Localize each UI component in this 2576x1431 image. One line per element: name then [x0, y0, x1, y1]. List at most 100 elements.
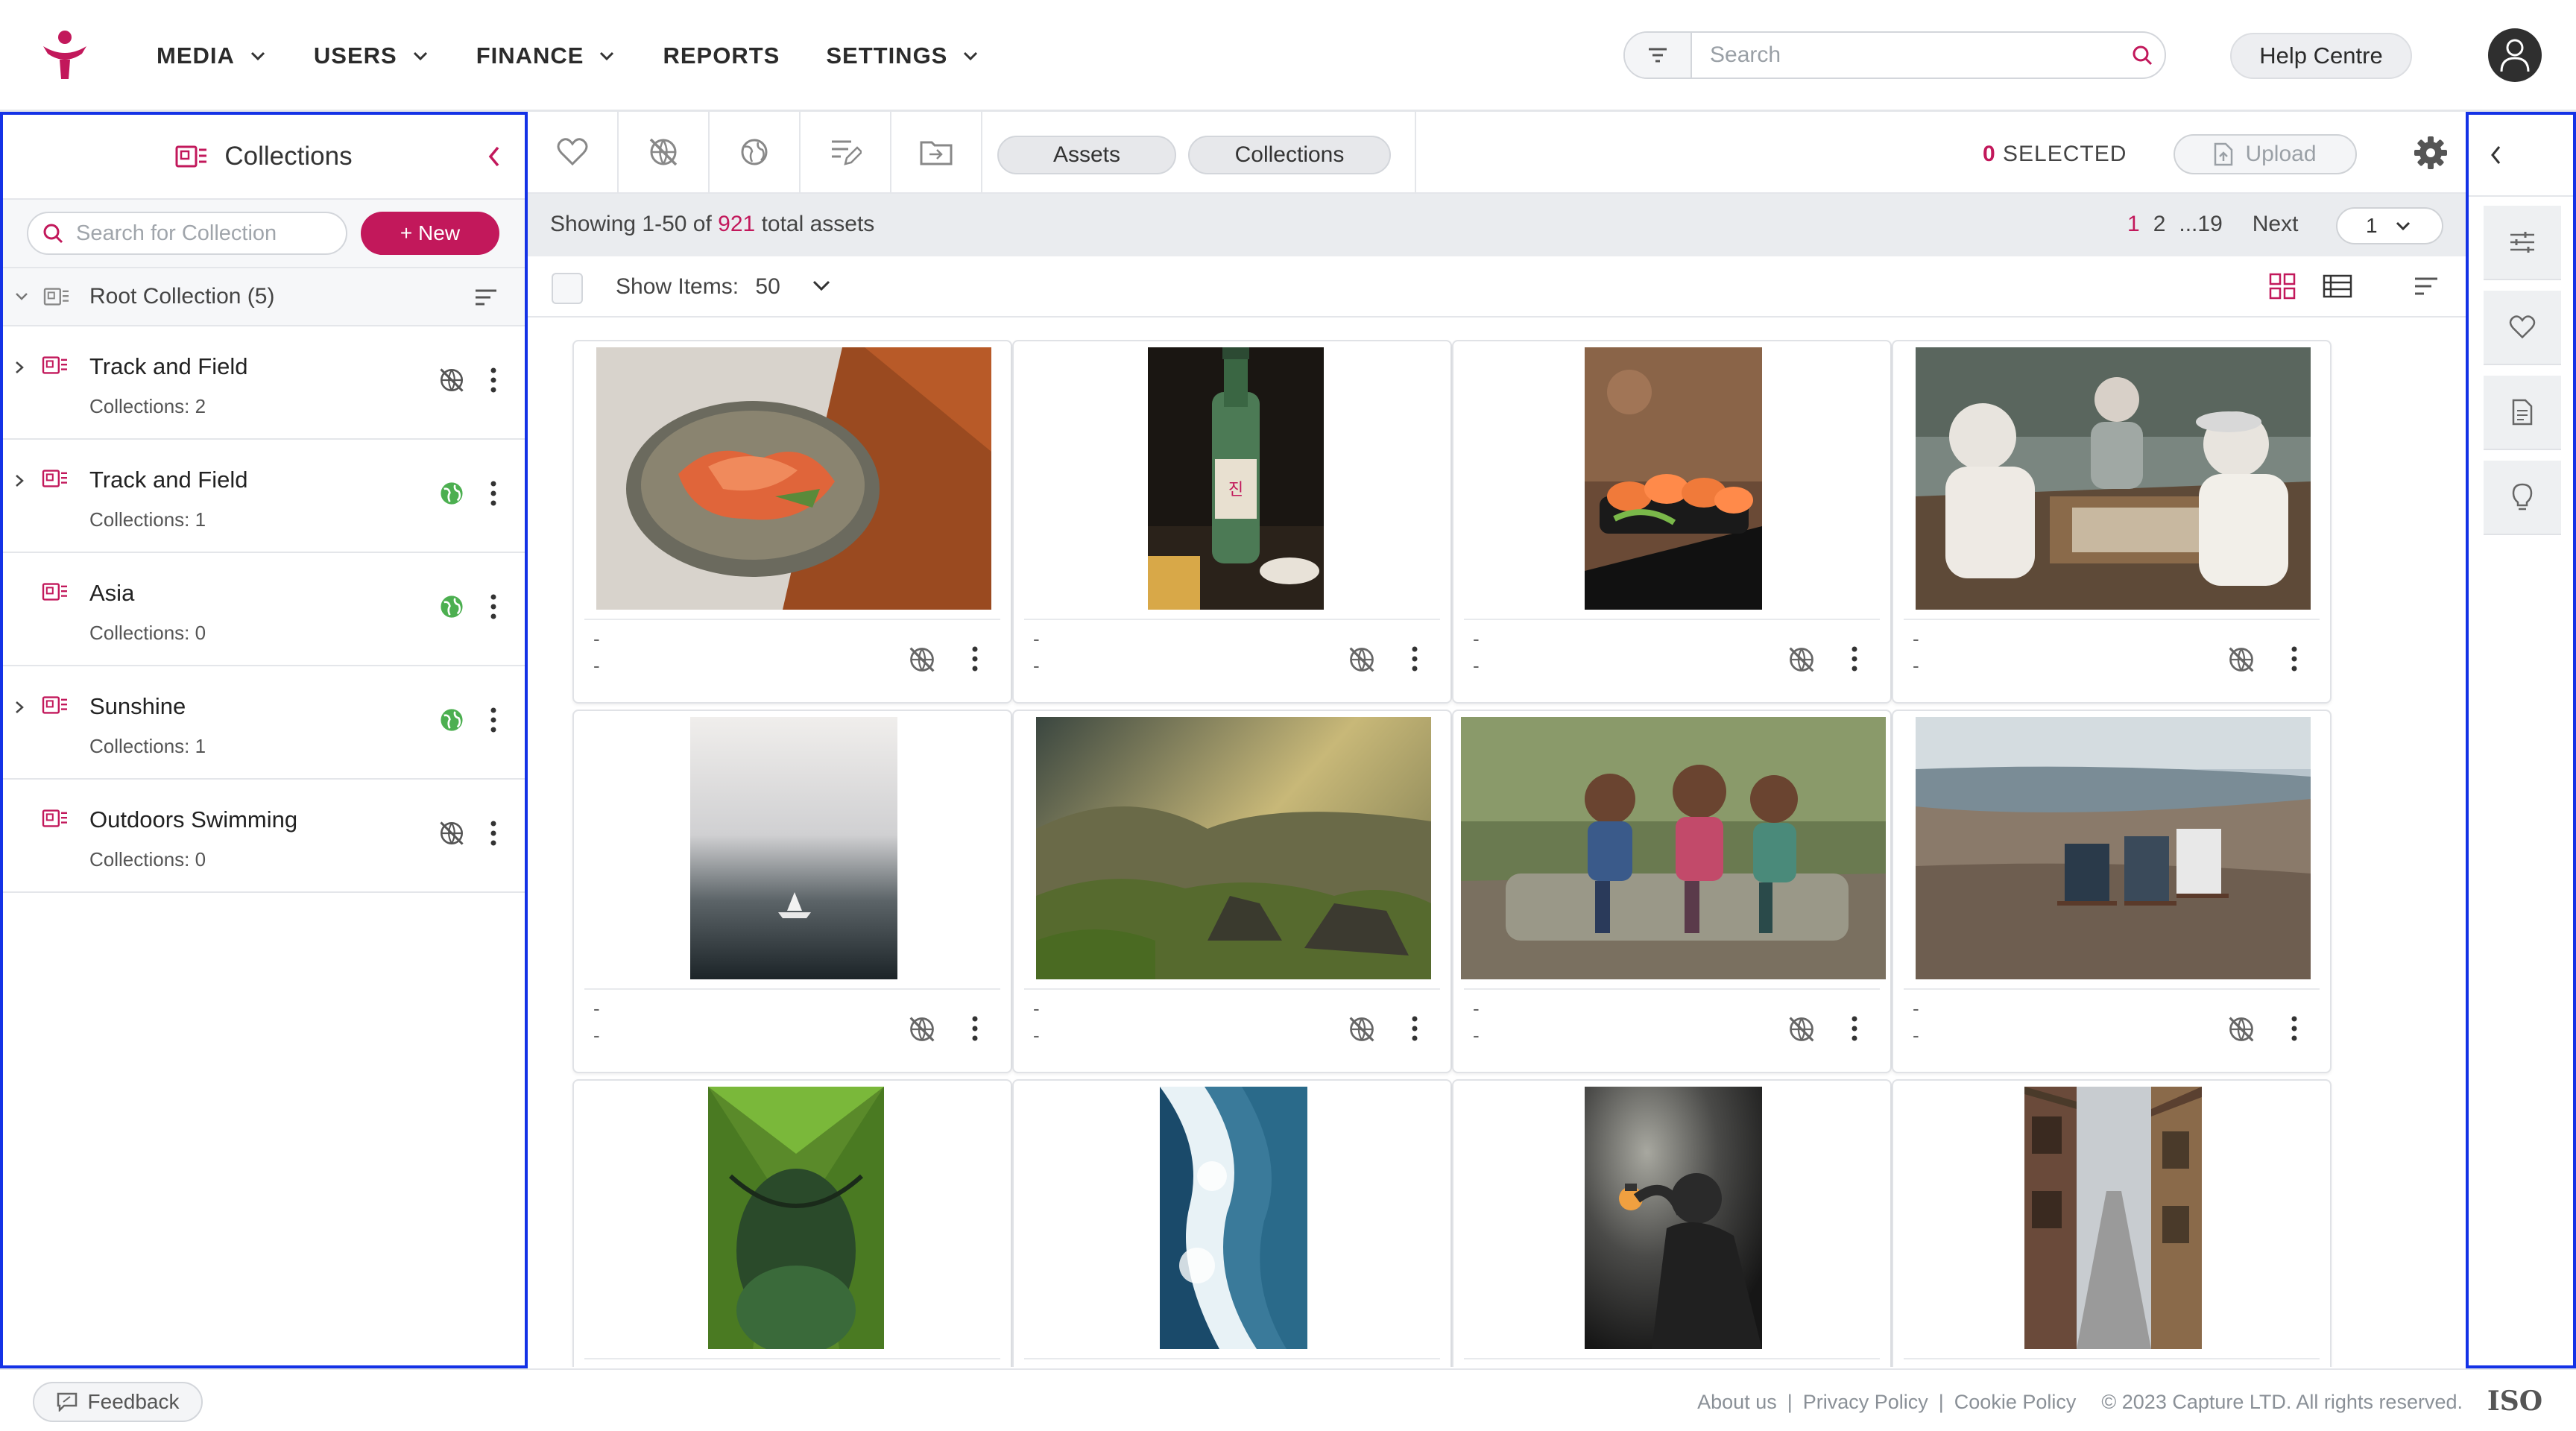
more-vertical-icon[interactable] [489, 367, 498, 394]
asset-card[interactable] [1452, 1079, 1892, 1367]
asset-card[interactable]: -- [1452, 710, 1892, 1073]
chevron-right-icon[interactable] [12, 359, 27, 376]
asset-thumbnail[interactable] [596, 347, 991, 610]
asset-card[interactable]: 진 - - [1012, 340, 1452, 704]
favorites-panel-button[interactable] [2484, 291, 2561, 365]
expand-panel-button[interactable] [2469, 115, 2573, 197]
privacy-link[interactable]: Privacy Policy [1803, 1391, 1928, 1414]
collapse-sidebar-icon[interactable] [486, 145, 502, 168]
collection-item[interactable]: Track and Field Collections: 2 [3, 326, 525, 440]
asset-thumbnail[interactable] [1585, 1087, 1762, 1349]
menu-reports[interactable]: REPORTS [663, 42, 780, 69]
more-vertical-icon[interactable] [2290, 645, 2299, 672]
search-submit[interactable] [2120, 44, 2165, 66]
bulk-edit-button[interactable] [801, 112, 891, 192]
asset-thumbnail[interactable] [1916, 717, 2311, 979]
more-vertical-icon[interactable] [489, 707, 498, 733]
more-vertical-icon[interactable] [1410, 1015, 1419, 1042]
root-collection-row[interactable]: Root Collection (5) [3, 268, 525, 326]
more-vertical-icon[interactable] [970, 645, 979, 672]
globe-off-icon[interactable] [1787, 645, 1816, 674]
collection-search-input[interactable] [76, 221, 329, 246]
page-select[interactable]: 1 [2336, 207, 2443, 244]
feedback-button[interactable]: Feedback [33, 1382, 203, 1422]
make-private-button[interactable] [619, 112, 710, 192]
help-centre-button[interactable]: Help Centre [2230, 33, 2412, 79]
asset-thumbnail[interactable]: 진 [1148, 347, 1324, 610]
visibility-toggle[interactable] [438, 367, 465, 397]
select-all-checkbox[interactable] [552, 273, 583, 304]
chevron-right-icon[interactable] [12, 699, 27, 716]
next-page-link[interactable]: Next [2253, 212, 2299, 237]
page-link[interactable]: 1 [2127, 212, 2140, 237]
asset-card[interactable] [572, 1079, 1012, 1367]
make-public-button[interactable] [710, 112, 801, 192]
properties-panel-button[interactable] [2484, 206, 2561, 280]
globe-off-icon[interactable] [908, 645, 936, 674]
more-vertical-icon[interactable] [489, 820, 498, 847]
asset-card[interactable] [1012, 1079, 1452, 1367]
document-panel-button[interactable] [2484, 376, 2561, 450]
asset-thumbnail[interactable] [1461, 717, 1886, 979]
search-filter-button[interactable] [1625, 33, 1692, 78]
gear-icon[interactable] [2414, 136, 2448, 170]
menu-finance[interactable]: FINANCE [476, 42, 617, 69]
asset-card[interactable]: -- [572, 710, 1012, 1073]
about-link[interactable]: About us [1697, 1391, 1777, 1414]
asset-thumbnail[interactable] [1916, 347, 2311, 610]
menu-users[interactable]: USERS [314, 42, 430, 69]
globe-off-icon[interactable] [2227, 645, 2255, 674]
search-input[interactable] [1692, 33, 2120, 78]
asset-thumbnail[interactable] [1160, 1087, 1307, 1349]
list-view-icon[interactable] [2323, 274, 2352, 298]
more-vertical-icon[interactable] [1410, 645, 1419, 672]
chevron-right-icon[interactable] [12, 473, 27, 489]
visibility-toggle[interactable] [438, 707, 465, 737]
visibility-toggle[interactable] [438, 820, 465, 850]
show-items-value[interactable]: 50 [755, 274, 780, 299]
collection-item[interactable]: Track and Field Collections: 1 [3, 440, 525, 553]
globe-off-icon[interactable] [1787, 1015, 1816, 1043]
menu-media[interactable]: MEDIA [157, 42, 268, 69]
asset-card[interactable]: -- [1892, 710, 2332, 1073]
new-collection-button[interactable]: + New [361, 212, 499, 255]
asset-card[interactable]: -- [1452, 340, 1892, 704]
collection-item[interactable]: Sunshine Collections: 1 [3, 666, 525, 780]
insights-panel-button[interactable] [2484, 461, 2561, 535]
move-to-collection-button[interactable] [891, 112, 982, 192]
visibility-toggle[interactable] [438, 593, 465, 624]
collection-item[interactable]: Outdoors Swimming Collections: 0 [3, 780, 525, 893]
asset-card[interactable]: -- [572, 340, 1012, 704]
more-vertical-icon[interactable] [1850, 1015, 1859, 1042]
page-link[interactable]: ...19 [2179, 212, 2222, 237]
asset-card[interactable]: -- [1892, 340, 2332, 704]
globe-off-icon[interactable] [1348, 1015, 1376, 1043]
capture-logo-icon[interactable] [39, 30, 91, 80]
menu-settings[interactable]: SETTINGS [826, 42, 980, 69]
chevron-down-icon[interactable] [13, 288, 30, 305]
more-vertical-icon[interactable] [489, 480, 498, 507]
asset-thumbnail[interactable] [1036, 717, 1431, 979]
upload-button[interactable]: Upload [2174, 134, 2357, 174]
more-vertical-icon[interactable] [2290, 1015, 2299, 1042]
collection-item[interactable]: Asia Collections: 0 [3, 553, 525, 666]
user-avatar[interactable] [2488, 28, 2542, 82]
globe-off-icon[interactable] [1348, 645, 1376, 674]
more-vertical-icon[interactable] [1850, 645, 1859, 672]
sort-icon[interactable] [474, 288, 498, 307]
more-vertical-icon[interactable] [489, 593, 498, 620]
globe-off-icon[interactable] [2227, 1015, 2255, 1043]
page-link[interactable]: 2 [2153, 212, 2166, 237]
asset-thumbnail[interactable] [690, 717, 897, 979]
tab-assets[interactable]: Assets [997, 136, 1176, 174]
favorite-button[interactable] [528, 112, 619, 192]
chevron-down-icon[interactable] [811, 277, 832, 295]
sort-icon[interactable] [2414, 276, 2439, 297]
tab-collections[interactable]: Collections [1188, 136, 1391, 174]
asset-thumbnail[interactable] [1585, 347, 1762, 610]
asset-card[interactable] [1892, 1079, 2332, 1367]
cookie-link[interactable]: Cookie Policy [1954, 1391, 2077, 1414]
asset-thumbnail[interactable] [708, 1087, 884, 1349]
grid-view-icon[interactable] [2269, 273, 2296, 300]
asset-thumbnail[interactable] [2024, 1087, 2202, 1349]
